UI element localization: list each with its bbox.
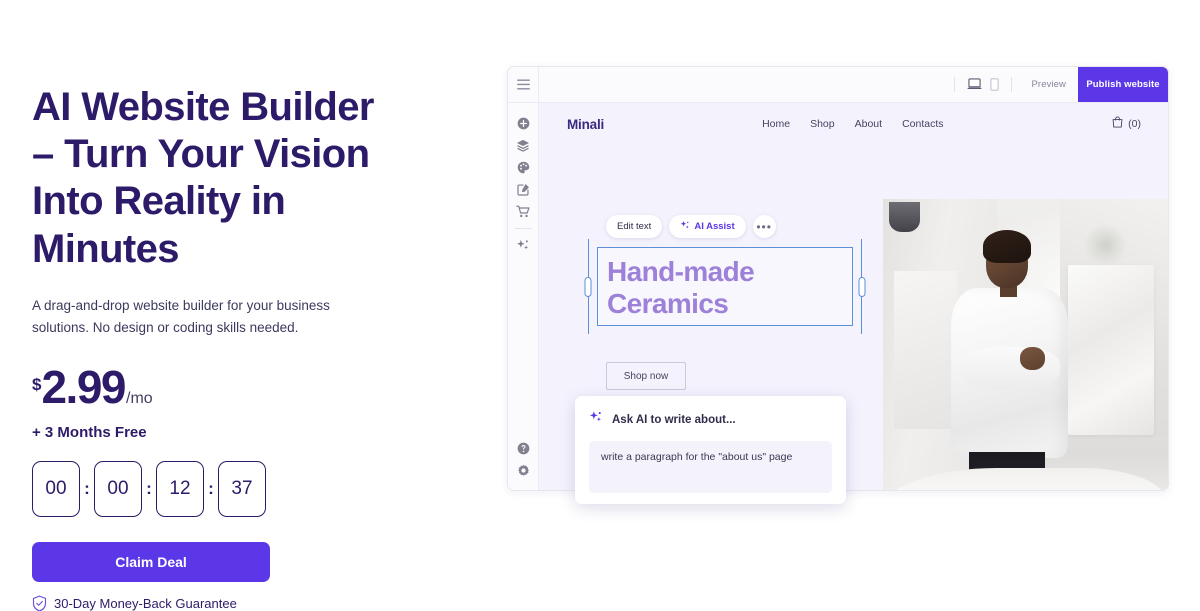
page-subtitle: A drag-and-drop website builder for your… [32, 297, 330, 335]
price-amount: 2.99 [41, 361, 126, 414]
timer-minutes: 12 [156, 461, 204, 518]
builder-sidebar-rail [508, 103, 539, 490]
shopping-bag-icon [1112, 115, 1123, 133]
nav-item-shop[interactable]: Shop [810, 118, 835, 130]
bonus-label: + 3 Months Free [32, 424, 147, 442]
toolbar-actions: Preview Publish website [946, 67, 1168, 102]
cart-count: (0) [1128, 118, 1141, 130]
timer-separator: : [146, 479, 152, 499]
preview-button[interactable]: Preview [1020, 79, 1079, 90]
mobile-view-icon[interactable] [986, 78, 1003, 91]
nav-item-about[interactable]: About [855, 118, 882, 130]
edit-square-icon[interactable] [508, 178, 539, 200]
sparkles-icon[interactable] [508, 234, 539, 256]
more-options-button[interactable]: ••• [752, 215, 776, 238]
desktop-view-icon[interactable] [963, 78, 986, 91]
studio-lamp [888, 202, 921, 232]
promo-column: AI Website Builder – Turn Your Vision In… [32, 84, 452, 611]
claim-deal-button[interactable]: Claim Deal [32, 542, 270, 583]
price-currency: $ [32, 375, 42, 395]
site-brand[interactable]: Minali [567, 117, 604, 132]
toolbar-divider [1010, 77, 1012, 92]
nav-item-home[interactable]: Home [762, 118, 790, 130]
help-circle-icon[interactable] [508, 437, 539, 459]
rail-divider [514, 228, 532, 229]
palette-icon[interactable] [508, 156, 539, 178]
element-edit-toolbar: Edit text AI Assist ••• [606, 215, 776, 238]
figure-hand [1019, 346, 1046, 370]
gear-icon[interactable] [508, 459, 539, 481]
selection-outline [597, 247, 853, 326]
cart-button[interactable]: (0) [1112, 115, 1141, 133]
shop-now-button[interactable]: Shop now [606, 362, 686, 390]
page-title: AI Website Builder – Turn Your Vision In… [32, 85, 374, 271]
publish-website-button[interactable]: Publish website [1078, 67, 1168, 102]
ceramic-wall-panel-left [894, 271, 958, 429]
ai-prompt-input[interactable]: write a paragraph for the "about us" pag… [589, 441, 832, 493]
selected-heading-block[interactable]: Hand-made Ceramics [584, 239, 866, 334]
sparkles-icon [680, 220, 690, 233]
price-block: $ 2.99 /mo [32, 364, 452, 410]
countdown-timer: 00 : 00 : 12 : 37 [32, 461, 452, 518]
ceramic-wall-panel [1068, 264, 1154, 436]
timer-hours: 00 [94, 461, 142, 518]
sparkles-icon [589, 410, 603, 429]
figure-hair [982, 230, 1032, 263]
ai-popup-header: Ask AI to write about... [589, 410, 832, 429]
hamburger-menu-icon[interactable] [508, 67, 539, 102]
shield-check-icon [32, 595, 47, 611]
price-period: /mo [126, 390, 153, 408]
ai-prompt-popup: Ask AI to write about... write a paragra… [575, 396, 846, 504]
toolbar-divider [953, 77, 955, 92]
dried-plant [1082, 225, 1129, 265]
hero-image[interactable] [883, 199, 1168, 490]
builder-toolbar: Preview Publish website [508, 67, 1168, 103]
timer-days: 00 [32, 461, 80, 518]
figure-arms [959, 346, 1060, 390]
ai-popup-title: Ask AI to write about... [612, 413, 736, 426]
landing-page: AI Website Builder – Turn Your Vision In… [0, 0, 1200, 611]
site-nav-links: Home Shop About Contacts [762, 118, 943, 130]
ai-assist-button[interactable]: AI Assist [669, 215, 746, 238]
plus-circle-icon[interactable] [508, 112, 539, 134]
guarantee-label: 30-Day Money-Back Guarantee [54, 596, 237, 611]
timer-separator: : [84, 479, 90, 499]
timer-separator: : [208, 479, 214, 499]
edit-text-button[interactable]: Edit text [606, 215, 663, 238]
resize-handle-left[interactable] [584, 276, 592, 297]
guarantee-row: 30-Day Money-Back Guarantee [32, 595, 452, 611]
layers-icon[interactable] [508, 134, 539, 156]
shopping-cart-icon[interactable] [508, 200, 539, 222]
rail-bottom-group [508, 437, 539, 490]
nav-item-contacts[interactable]: Contacts [902, 118, 943, 130]
timer-seconds: 37 [218, 461, 266, 518]
resize-handle-right[interactable] [858, 276, 866, 297]
ai-assist-label: AI Assist [694, 221, 735, 232]
site-navbar: Minali Home Shop About Contacts (0) [539, 103, 1168, 145]
